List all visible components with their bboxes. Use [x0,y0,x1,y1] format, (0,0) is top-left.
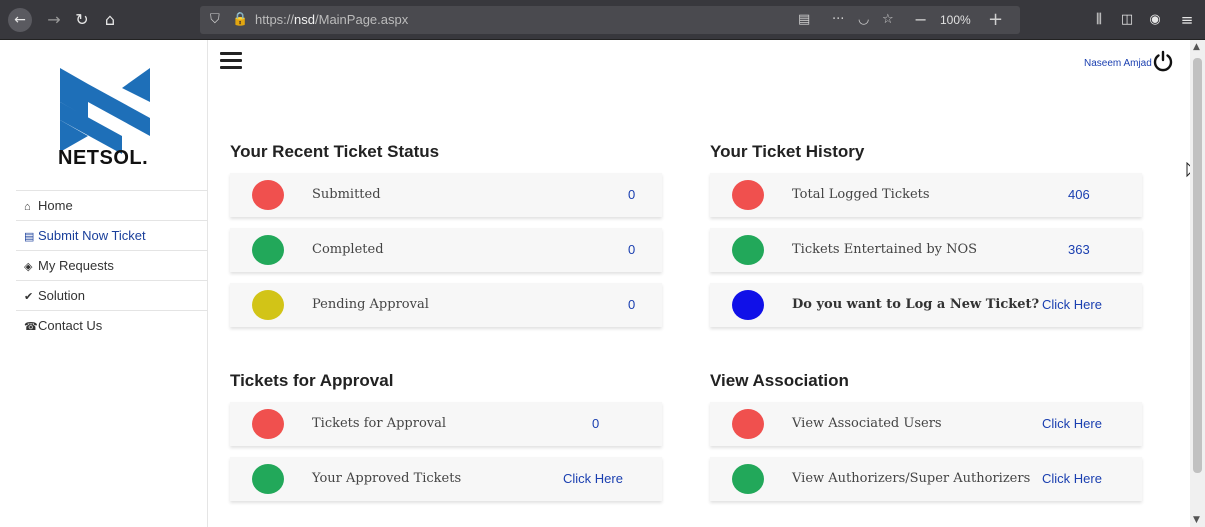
scroll-up-icon[interactable]: ▲ [1193,42,1200,52]
sidebar-item-my-requests[interactable]: ◈ My Requests [16,250,208,280]
check-icon: ✔ [24,291,34,303]
row-value[interactable]: 0 [628,283,635,327]
association-row-users: View Associated Users Click Here [710,402,1142,446]
associated-users-link[interactable]: Click Here [1042,402,1102,446]
vertical-scrollbar[interactable]: ▲ ▼ [1190,40,1205,527]
library-icon[interactable]: ⫼ [1088,8,1110,32]
association-row-authorizers: View Authorizers/Super Authorizers Click… [710,457,1142,501]
row-value[interactable]: 406 [1068,173,1090,217]
row-label: Completed [312,242,384,257]
hamburger-menu-icon[interactable] [220,52,242,70]
reload-icon[interactable]: ↻ [72,8,92,32]
back-arrow-icon[interactable]: ← [8,8,32,32]
recent-status-title: Your Recent Ticket Status [230,142,440,161]
status-row-pending: Pending Approval 0 [230,283,662,327]
power-icon[interactable] [1152,50,1174,72]
scroll-down-icon[interactable]: ▼ [1193,515,1200,525]
row-value[interactable]: 0 [628,228,635,272]
row-label: View Authorizers/Super Authorizers [792,471,1031,486]
sidebar-item-label: My Requests [38,258,114,273]
sidebar-nav: ⌂ Home ▤ Submit Now Ticket ◈ My Requests ✔ S… [16,190,208,340]
approval-row-pending: Tickets for Approval 0 [230,402,662,446]
history-row-total: Total Logged Tickets 406 [710,173,1142,217]
menu-icon[interactable]: ≡ [1176,8,1198,32]
row-label: Total Logged Tickets [792,187,930,202]
zoom-in-icon[interactable]: + [988,6,1003,34]
status-dot [732,290,764,320]
status-dot [732,180,764,210]
reader-view-icon[interactable]: ▤ [798,6,810,34]
approval-title: Tickets for Approval [230,371,394,390]
row-label: Submitted [312,187,381,202]
status-dot [252,235,284,265]
sidebar-item-submit-ticket[interactable]: ▤ Submit Now Ticket [16,220,208,250]
sidebar-item-solution[interactable]: ✔ Solution [16,280,208,310]
row-value[interactable]: 0 [592,402,599,446]
approved-tickets-link[interactable]: Click Here [563,457,623,501]
status-row-completed: Completed 0 [230,228,662,272]
forward-arrow-icon[interactable]: → [44,8,64,32]
sidebar: NETSOL. ⌂ Home ▤ Submit Now Ticket ◈ My Req… [8,40,208,527]
authorizers-link[interactable]: Click Here [1042,457,1102,501]
netsol-logo [60,68,150,154]
tag-icon: ◈ [24,261,33,273]
row-value[interactable]: 0 [628,173,635,217]
home-icon[interactable]: ⌂ [100,8,120,32]
status-dot [732,235,764,265]
user-name[interactable]: Naseem Amjad [1084,58,1152,69]
more-actions-icon[interactable]: ··· [832,6,844,34]
logo-wordmark: NETSOL. [58,147,149,169]
sidebar-item-label: Contact Us [38,318,103,333]
phone-icon: ☎ [24,321,38,333]
pocket-icon[interactable]: ◡ [858,6,869,34]
sidebar-item-home[interactable]: ⌂ Home [16,190,208,220]
page-content: NETSOL. ⌂ Home ▤ Submit Now Ticket ◈ My Req… [8,40,1198,527]
status-dot [252,180,284,210]
row-label: View Associated Users [792,416,942,431]
sidebar-item-contact-us[interactable]: ☎Contact Us [16,310,208,340]
browser-toolbar: ← → ↻ ⌂ ⛉ 🔒 https://nsd/MainPage.aspx ▤ … [0,0,1205,40]
home-icon: ⌂ [24,201,31,213]
row-label: Pending Approval [312,297,429,312]
row-label: Tickets Entertained by NOS [792,242,978,257]
sidebar-toggle-icon[interactable]: ◫ [1116,8,1138,32]
scrollbar-thumb[interactable] [1193,58,1202,473]
status-dot [252,409,284,439]
status-dot [732,409,764,439]
status-dot [252,464,284,494]
log-new-ticket-link[interactable]: Click Here [1042,283,1102,327]
association-title: View Association [710,371,849,390]
status-dot [252,290,284,320]
file-icon: ▤ [24,231,35,243]
history-title: Your Ticket History [710,142,865,161]
status-dot [732,464,764,494]
row-label: Do you want to Log a New Ticket? [792,297,1040,312]
status-row-submitted: Submitted 0 [230,173,662,217]
url-text[interactable]: https://nsd/MainPage.aspx [255,6,408,34]
url-bar[interactable]: ⛉ 🔒 https://nsd/MainPage.aspx ▤ ··· ◡ ☆ … [200,6,1020,34]
lock-icon: 🔒 [232,12,249,27]
sidebar-item-label: Submit Now Ticket [38,228,146,243]
zoom-level[interactable]: 100% [940,6,971,34]
row-label: Tickets for Approval [312,416,447,431]
sidebar-item-label: Home [38,198,73,213]
row-value[interactable]: 363 [1068,228,1090,272]
history-row-new-ticket: Do you want to Log a New Ticket? Click H… [710,283,1142,327]
history-row-entertained: Tickets Entertained by NOS 363 [710,228,1142,272]
row-label: Your Approved Tickets [312,471,462,486]
approval-row-approved: Your Approved Tickets Click Here [230,457,662,501]
account-icon[interactable]: ◉ [1144,8,1166,32]
bookmark-star-icon[interactable]: ☆ [882,6,894,34]
zoom-out-icon[interactable]: − [914,6,927,34]
sidebar-item-label: Solution [38,288,85,303]
shield-icon: ⛉ [210,12,220,27]
